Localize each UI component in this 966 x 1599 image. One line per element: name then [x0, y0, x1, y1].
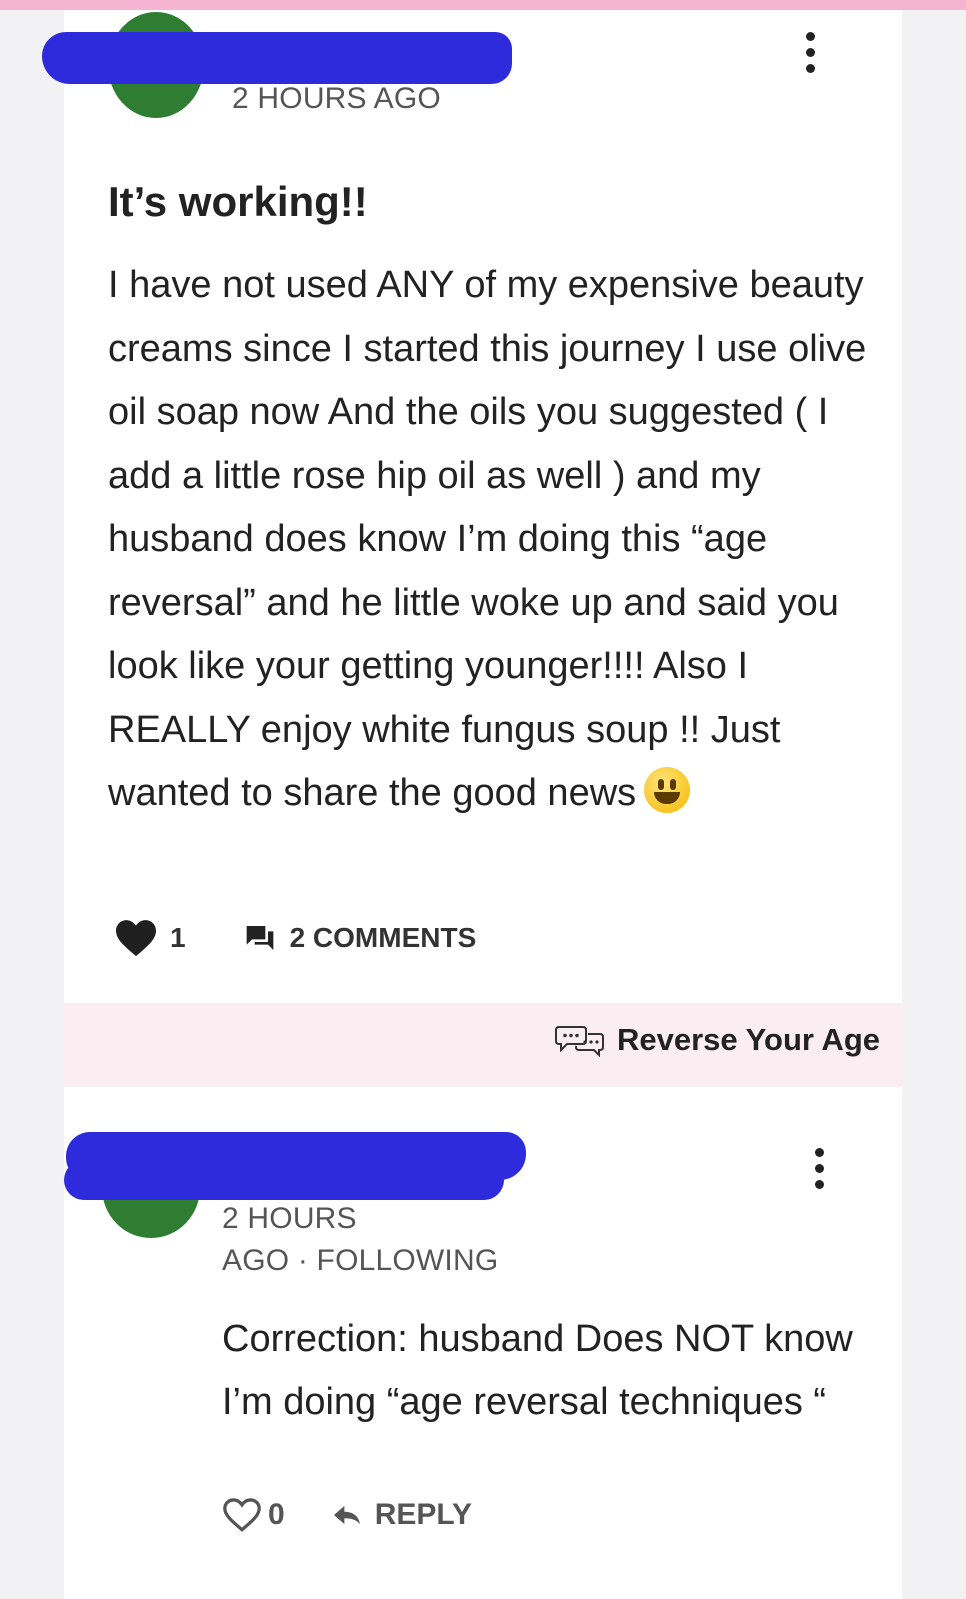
chat-bubbles-icon [554, 1023, 605, 1058]
smiley-emoji-icon [644, 767, 691, 813]
redacted-reply-author-name [64, 1160, 504, 1200]
reply-arrow-icon[interactable] [331, 1502, 363, 1528]
like-count: 1 [170, 922, 186, 953]
group-name: Reverse Your Age [616, 1022, 880, 1057]
heart-icon[interactable] [114, 918, 158, 958]
post-card: 2 HOURS AGO It’s working!! I have not us… [42, 10, 902, 1599]
post-body-text: I have not used ANY of my expensive beau… [108, 264, 867, 814]
heart-outline-icon[interactable] [222, 1497, 262, 1533]
comment-count[interactable]: 2 COMMENTS [290, 922, 477, 954]
post-menu-icon[interactable] [805, 32, 815, 80]
reply-menu-icon[interactable] [814, 1148, 824, 1196]
comment-bubble-icon[interactable] [244, 923, 276, 953]
reply-following[interactable]: AGO · FOLLOWING [222, 1244, 498, 1278]
reply-timestamp: 2 HOURS [222, 1202, 357, 1235]
post-title: It’s working!! [108, 178, 368, 225]
reply-actions: 0 REPLY [222, 1497, 472, 1533]
group-link[interactable]: Reverse Your Age [554, 1022, 880, 1058]
reply-body: Correction: husband Does NOT know I’m do… [222, 1318, 853, 1423]
top-accent-strip [0, 0, 966, 10]
reply-button[interactable]: REPLY [375, 1498, 472, 1532]
post-timestamp: 2 HOURS AGO [232, 82, 441, 115]
redacted-author-name [50, 50, 410, 80]
post-actions: 1 2 COMMENTS [114, 918, 476, 958]
reply-like-count: 0 [268, 1498, 285, 1531]
post-body: I have not used ANY of my expensive beau… [108, 254, 888, 826]
group-footer: Reverse Your Age [64, 1003, 902, 1087]
